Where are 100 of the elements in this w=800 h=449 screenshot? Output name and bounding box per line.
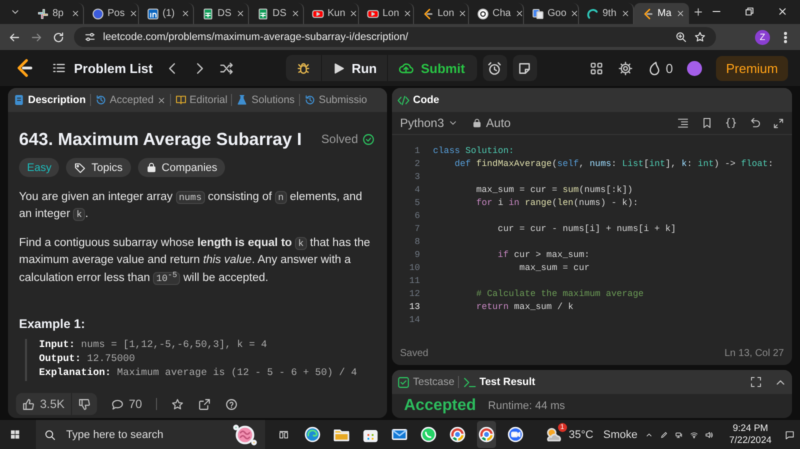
alarm-clock-icon [487, 60, 502, 76]
doc-icon [13, 94, 25, 106]
favicon-icon [312, 8, 324, 20]
favicon-icon [366, 8, 378, 20]
line-number: 4 [414, 184, 420, 194]
tag-icon [74, 162, 86, 174]
line-number: 12 [408, 288, 420, 298]
runtime: Runtime: 44 ms [488, 400, 566, 412]
share-icon[interactable] [198, 398, 212, 410]
braces-icon[interactable] [725, 117, 737, 129]
topics-button[interactable]: Topics [66, 158, 131, 177]
new-tab-icon[interactable] [692, 6, 703, 18]
streak-counter[interactable]: 0 [646, 60, 673, 76]
format-icon[interactable] [677, 117, 689, 129]
panel-tab[interactable]: Test Result [463, 376, 536, 388]
favicon-icon [422, 8, 434, 20]
reload-icon[interactable] [52, 30, 65, 44]
close-icon[interactable] [620, 9, 630, 18]
run-button[interactable]: Run [320, 55, 387, 81]
code-line: def findMaxAverage(self, nums: List[int], k: int) -> float: [454, 158, 774, 168]
problem-description: Find a contiguous subarray whose length is equal to k that has the maximum average value and return this value. Any answer with a calculation error less than 10$^{-5}$ will be accepted. [19, 236, 372, 288]
favicon-icon [36, 8, 48, 20]
code-line: max_sum = cur [518, 262, 590, 272]
language-dropdown[interactable]: Python3 [400, 116, 458, 130]
close-icon[interactable] [514, 9, 524, 18]
line-number: 14 [408, 314, 420, 324]
line-number: 10 [408, 262, 420, 272]
check-circle-icon [362, 132, 375, 146]
panel-tab[interactable]: Accepted [94, 94, 166, 106]
favicon-icon [532, 8, 544, 20]
taskbar-app[interactable] [476, 421, 496, 448]
code-line: max_sum = cur = sum(nums[:k]) [475, 184, 633, 194]
example-line: Explanation: Maximum average is (12 - 5 - 6 + 50) / 4 [39, 367, 358, 382]
line-number: 6 [414, 210, 420, 220]
line-number: 9 [414, 250, 420, 260]
forward-icon[interactable] [30, 30, 43, 44]
reset-icon[interactable] [749, 117, 761, 129]
thumbs-up-icon [22, 398, 35, 410]
panel-tab[interactable]: Editorial [174, 94, 228, 106]
line-number: 1 [414, 146, 420, 156]
timer-button[interactable] [482, 55, 507, 81]
clock-time: 9:24 PM [732, 422, 768, 434]
lock-icon [146, 162, 157, 173]
panel-tab[interactable]: Testcase [397, 376, 454, 388]
address-bar[interactable]: leetcode.com/problems/maximum-average-subarray-i/description/ [74, 27, 716, 47]
close-icon[interactable] [403, 9, 412, 18]
close-icon[interactable] [349, 9, 358, 18]
zoom-icon[interactable] [675, 31, 687, 43]
temperature: 35°C [568, 428, 594, 440]
profile-avatar[interactable]: Z [755, 30, 770, 44]
example-line: Input: nums = [1,12,-5,-6,50,3], k = 4 [39, 339, 268, 354]
settings-icon[interactable] [618, 60, 633, 76]
layout-icon[interactable] [588, 60, 604, 76]
close-icon[interactable] [458, 9, 468, 18]
submit-button[interactable]: Submit [386, 55, 477, 81]
notes-button[interactable] [512, 55, 537, 81]
panel-tab[interactable]: Solutions [236, 94, 295, 106]
problem-list-button[interactable]: Problem List [52, 60, 153, 76]
line-number: 7 [414, 224, 420, 234]
close-icon[interactable] [777, 6, 788, 17]
site-info-icon[interactable] [84, 31, 96, 43]
mode-button[interactable]: Auto [472, 116, 511, 130]
star-icon[interactable] [171, 398, 184, 410]
comment-icon [110, 398, 124, 410]
close-icon[interactable] [70, 9, 80, 18]
search-field[interactable]: Type here to search [36, 420, 266, 449]
bookmark-star-icon[interactable] [694, 31, 706, 43]
save-status: Saved [400, 348, 428, 358]
restore-icon[interactable] [744, 6, 755, 17]
panel-tab[interactable]: Submissio [304, 94, 368, 106]
expand-icon[interactable] [773, 118, 784, 128]
fullscreen-icon[interactable] [750, 376, 762, 388]
close-icon[interactable] [156, 96, 166, 104]
close-icon[interactable] [570, 9, 580, 18]
video-call-icon [506, 426, 524, 443]
favicon-icon [92, 8, 104, 20]
browser-tab[interactable]: Ma [634, 3, 688, 24]
help-icon[interactable] [225, 398, 238, 410]
companies-button[interactable]: Companies [138, 158, 226, 177]
close-icon[interactable] [290, 9, 300, 18]
shuffle-icon[interactable] [218, 60, 234, 76]
close-icon[interactable] [128, 9, 138, 18]
clock-date: 7/22/2024 [729, 434, 772, 446]
history-icon [94, 94, 107, 106]
close-icon[interactable] [180, 9, 190, 18]
favicon-icon [642, 8, 654, 20]
comments-button[interactable]: 70 [110, 397, 142, 411]
terminal-icon [463, 376, 476, 388]
code-line: if cur > max_sum: [496, 250, 590, 260]
favicon-icon [146, 8, 158, 20]
close-icon[interactable] [676, 9, 684, 18]
panel-tab[interactable]: Description [13, 94, 86, 106]
mail-icon [390, 426, 408, 443]
search-input[interactable]: Type here to search [64, 428, 226, 442]
bookmark-icon[interactable] [701, 117, 713, 129]
avatar[interactable] [686, 60, 702, 76]
close-icon[interactable] [236, 9, 244, 18]
favicon-icon [202, 8, 214, 20]
premium-button[interactable]: Premium [716, 56, 788, 80]
back-icon[interactable] [8, 30, 21, 44]
